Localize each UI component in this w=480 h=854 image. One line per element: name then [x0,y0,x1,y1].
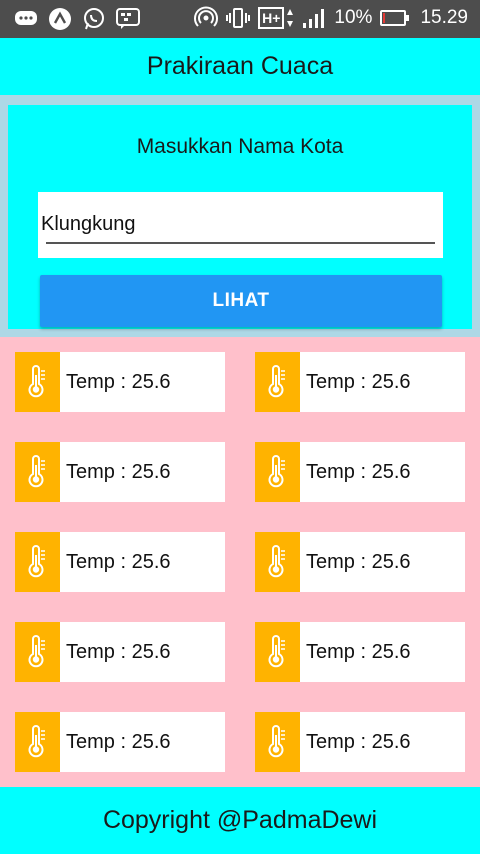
app-title: Prakiraan Cuaca [146,52,334,80]
vibrate-icon [226,6,251,30]
lihat-button[interactable]: LIHAT [40,275,442,327]
battery-percent: 10% [334,7,373,28]
temperature-text: Temp : 25.6 [306,641,411,663]
temperature-card: Temp : 25.6 [15,442,225,502]
system-icons: H+ 10% 15.29 [194,6,468,30]
chat-icon [14,7,38,31]
city-prompt-label: Masukkan Nama Kota [136,135,344,158]
bbm-icon [116,7,140,31]
thermometer-icon [15,622,60,682]
temperature-text: Temp : 25.6 [306,551,411,573]
temperature-text: Temp : 25.6 [66,371,171,393]
notification-icons [14,7,140,31]
temperature-card: Temp : 25.6 [15,622,225,682]
thermometer-icon [15,712,60,772]
battery-level [383,13,386,23]
thermometer-icon [255,712,300,772]
thermometer-icon [255,442,300,502]
temperature-card: Temp : 25.6 [15,352,225,412]
temperature-card: Temp : 25.6 [255,622,465,682]
signal-icon [302,6,326,30]
temperature-text: Temp : 25.6 [66,641,171,663]
hotspot-icon [194,6,219,30]
whatsapp-icon [82,7,106,31]
search-panel-frame: Masukkan Nama Kota Klungkung LIHAT [0,95,480,337]
temperature-card: Temp : 25.6 [255,352,465,412]
temperature-card: Temp : 25.6 [255,532,465,592]
battery-icon [380,10,410,26]
clock: 15.29 [420,7,468,28]
temperature-text: Temp : 25.6 [306,731,411,753]
temperature-text: Temp : 25.6 [66,461,171,483]
thermometer-icon [255,622,300,682]
temperature-card: Temp : 25.6 [15,532,225,592]
thermometer-icon [15,532,60,592]
thermometer-icon [15,442,60,502]
network-icon: H+ [258,6,294,30]
temperature-text: Temp : 25.6 [66,731,171,753]
temperature-card: Temp : 25.6 [255,712,465,772]
status-bar: H+ 10% 15.29 [0,0,480,38]
temperature-text: Temp : 25.6 [306,371,411,393]
temperature-text: Temp : 25.6 [66,551,171,573]
thermometer-icon [15,352,60,412]
search-panel: Masukkan Nama Kota Klungkung LIHAT [8,105,472,329]
temperature-card: Temp : 25.6 [15,712,225,772]
temperature-card: Temp : 25.6 [255,442,465,502]
city-input[interactable]: Klungkung [41,213,136,236]
thermometer-icon [255,352,300,412]
city-input-container[interactable]: Klungkung [38,192,443,258]
app-a-icon [48,7,72,31]
input-underline [46,242,435,244]
temperature-text: Temp : 25.6 [306,461,411,483]
footer: Copyright @PadmaDewi [0,787,480,854]
copyright-text: Copyright @PadmaDewi [102,806,378,834]
thermometer-icon [255,532,300,592]
app-bar: Prakiraan Cuaca [0,38,480,95]
